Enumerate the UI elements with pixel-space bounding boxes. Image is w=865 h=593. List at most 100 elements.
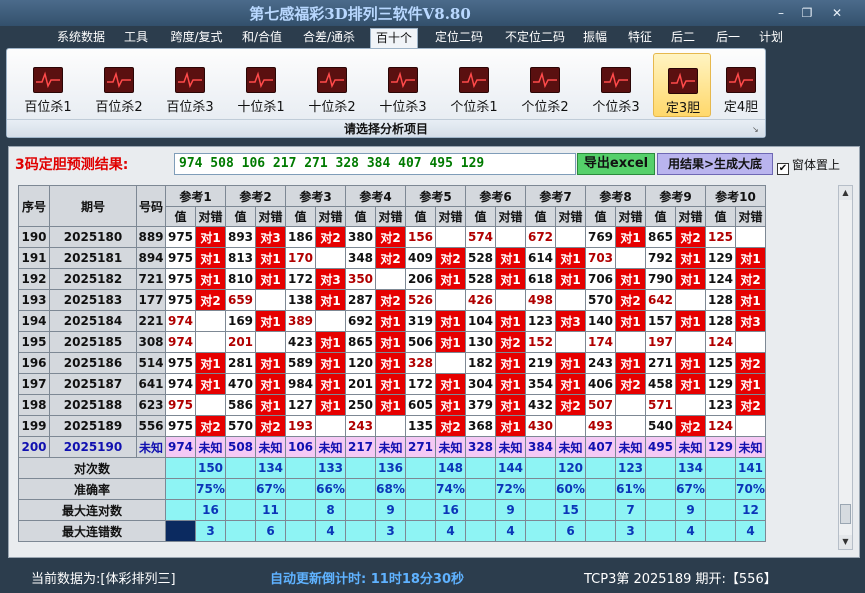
checkbox-box[interactable]: ✔ (777, 163, 789, 175)
analysis-table: 序号 期号 号码 参考1 参考2 参考3 参考4 参考5 参考6 参考7 参考8 参考9 参考10 值对错… (18, 185, 766, 542)
menu-item-5[interactable]: 百十个 (370, 28, 418, 48)
cell-ref-hit: 对1 (675, 247, 706, 269)
ribbon-button-2[interactable]: 百位杀3 (161, 53, 219, 117)
minimize-icon[interactable]: – (770, 4, 792, 22)
cell-ref-value: 120 (345, 352, 376, 374)
stats-spacer (345, 520, 376, 542)
close-icon[interactable]: ✕ (826, 4, 848, 22)
restore-icon[interactable]: ❐ (796, 4, 818, 22)
topmost-checkbox[interactable]: ✔ 窗体置上 (777, 156, 840, 175)
scroll-up-icon[interactable]: ▲ (839, 186, 852, 200)
ribbon-button-6[interactable]: 个位杀1 (445, 53, 503, 117)
menu-item-0[interactable]: 系统数据 (54, 28, 108, 48)
cell-ref-hit (315, 247, 346, 269)
ribbon-expand-icon[interactable]: ↘ (752, 125, 762, 135)
cell-period: 2025185 (49, 331, 137, 353)
menu-item-10[interactable]: 后二 (666, 28, 700, 48)
cell-ref-hit: 对1 (495, 415, 526, 437)
ribbon-button-label: 十位杀3 (379, 100, 427, 115)
table-row[interactable]: 198 2025188 623 975 586 对1 127 对1 250 对1 605 对1 379 对… (18, 394, 766, 416)
table-row[interactable]: 199 2025189 556 975 对2 570 对2 193 243 135 对2 368 对1 4… (18, 415, 766, 437)
menu-item-3[interactable]: 和/合值 (238, 28, 286, 48)
cell-ref-value: 129 (705, 373, 736, 395)
cell-ref-hit: 对2 (555, 394, 586, 416)
stats-value: 4 (315, 520, 346, 542)
stats-value: 4 (675, 520, 706, 542)
col-header-number: 号码 (136, 185, 166, 227)
cell-number: 177 (136, 289, 166, 311)
menu-item-7[interactable]: 不定位二码 (499, 28, 571, 48)
ribbon-button-7[interactable]: 个位杀2 (516, 53, 574, 117)
menu-item-8[interactable]: 振幅 (578, 28, 612, 48)
chart-icon (530, 67, 560, 93)
stats-value: 66% (315, 478, 346, 500)
stats-value: 16 (435, 499, 466, 521)
stats-spacer (285, 520, 316, 542)
table-row-pending[interactable]: 200 2025190 未知 974 未知 508 未知 106 未知 217 未知 271 未知 328… (18, 436, 766, 458)
export-excel-button[interactable]: 导出excel (577, 153, 655, 175)
scroll-thumb[interactable] (840, 504, 851, 524)
menu-item-11[interactable]: 后一 (711, 28, 745, 48)
prediction-result-field[interactable]: 974 508 106 217 271 328 384 407 495 129 (174, 153, 576, 175)
table-row[interactable]: 194 2025184 221 974 169 对1 389 692 对1 319 对1 104 对1 1… (18, 310, 766, 332)
table-row[interactable]: 192 2025182 721 975 对1 810 对1 172 对3 350 206 对1 528 对… (18, 268, 766, 290)
cell-ref-value: 217 (345, 436, 376, 458)
cell-ref-value: 792 (645, 247, 676, 269)
cell-ref-value: 350 (345, 268, 376, 290)
table-row[interactable]: 196 2025186 514 975 对1 281 对1 589 对1 120 对1 328 182 对… (18, 352, 766, 374)
cell-ref-value: 128 (705, 289, 736, 311)
cell-ref-hit: 对1 (555, 373, 586, 395)
ribbon-button-label: 个位杀2 (521, 100, 569, 115)
stats-value: 6 (555, 520, 586, 542)
ribbon-button-4[interactable]: 十位杀2 (303, 53, 361, 117)
menu-item-12[interactable]: 计划 (754, 28, 788, 48)
stats-value: 4 (735, 520, 766, 542)
ribbon-button-10[interactable]: 定4胆 (712, 53, 770, 117)
chart-icon (668, 68, 698, 94)
stats-spacer (525, 478, 556, 500)
table-row[interactable]: 191 2025181 894 975 对1 813 对1 170 348 对2 409 对2 528 对… (18, 247, 766, 269)
table-row[interactable]: 190 2025180 889 975 对1 893 对3 186 对2 380 对2 156 574 6… (18, 226, 766, 248)
ribbon-button-8[interactable]: 个位杀3 (587, 53, 645, 117)
cell-ref-value: 659 (225, 289, 256, 311)
stats-spacer (225, 457, 256, 479)
stats-spacer (585, 520, 616, 542)
menu-item-2[interactable]: 跨度/复式 (165, 28, 228, 48)
vertical-scrollbar[interactable]: ▲ ▼ (838, 185, 853, 550)
cell-ref-hit: 对1 (735, 247, 766, 269)
table-row[interactable]: 197 2025187 641 974 对1 470 对1 984 对1 201 对1 172 对1 30… (18, 373, 766, 395)
cell-ref-value: 507 (585, 394, 616, 416)
col-header-ref: 参考2 (225, 185, 286, 207)
table-row[interactable]: 195 2025185 308 974 201 423 对1 865 对1 506 对1 130 对2 1… (18, 331, 766, 353)
cell-number: 未知 (136, 436, 166, 458)
menu-item-9[interactable]: 特征 (623, 28, 657, 48)
sub-header-hit: 对错 (375, 206, 406, 227)
sub-header-value: 值 (645, 206, 676, 227)
menu-item-1[interactable]: 工具 (121, 28, 151, 48)
stats-spacer (525, 520, 556, 542)
menu-item-4[interactable]: 合差/通杀 (298, 28, 360, 48)
ribbon-button-5[interactable]: 十位杀3 (374, 53, 432, 117)
cell-ref-hit (495, 289, 526, 311)
ribbon-button-9[interactable]: 定3胆 (653, 53, 711, 117)
cell-ref-hit: 对1 (255, 394, 286, 416)
generate-base-button[interactable]: 用结果>生成大底 (657, 153, 773, 175)
cell-ref-value: 692 (345, 310, 376, 332)
ribbon-button-0[interactable]: 百位杀1 (19, 53, 77, 117)
stats-spacer (285, 457, 316, 479)
menu-bar: 系统数据 工具 跨度/复式 和/合值 合差/通杀 百十个 定位二码 不定位二码 振幅 特征 后二 后一… (0, 26, 865, 48)
cell-ref-value: 493 (585, 415, 616, 437)
menu-item-6[interactable]: 定位二码 (430, 28, 488, 48)
ribbon-button-3[interactable]: 十位杀1 (232, 53, 290, 117)
cell-ref-value: 618 (525, 268, 556, 290)
scroll-down-icon[interactable]: ▼ (839, 535, 852, 549)
col-header-ref: 参考6 (465, 185, 526, 207)
cell-ref-hit (735, 415, 766, 437)
cell-ref-value: 974 (165, 373, 196, 395)
ribbon-button-1[interactable]: 百位杀2 (90, 53, 148, 117)
cell-ref-hit: 对2 (615, 289, 646, 311)
stats-value: 9 (375, 499, 406, 521)
cell-ref-value: 614 (525, 247, 556, 269)
cell-ref-hit: 未知 (315, 436, 346, 458)
table-row[interactable]: 193 2025183 177 975 对2 659 138 对1 287 对2 526 426 498… (18, 289, 766, 311)
